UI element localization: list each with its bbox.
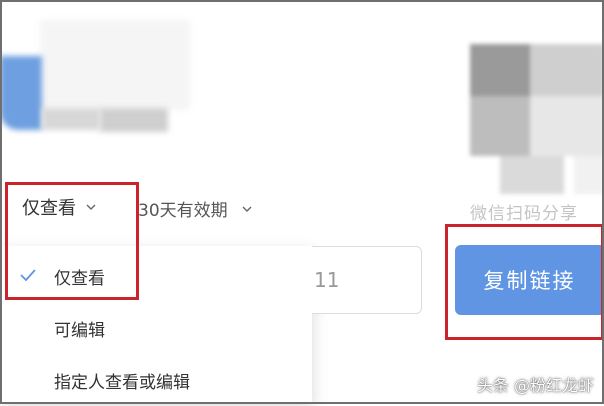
watermark: 头条 @粉红龙虾: [476, 376, 594, 395]
menu-item-specified-people[interactable]: 指定人查看或编辑: [0, 354, 312, 406]
menu-item-label: 仅查看: [54, 268, 105, 289]
expiry-select-label: 30天有效期: [138, 201, 228, 221]
chevron-down-icon: [242, 206, 252, 212]
chevron-down-icon: [86, 204, 96, 210]
blurred-avatar-part: [42, 108, 100, 130]
copy-link-button[interactable]: 复制链接: [455, 245, 604, 315]
permission-select[interactable]: 仅查看: [22, 194, 96, 220]
menu-item-label: 指定人查看或编辑: [54, 372, 190, 393]
qr-code: [470, 44, 604, 194]
share-link-field[interactable]: 11: [312, 246, 422, 314]
blurred-avatar-part: [100, 108, 168, 132]
copy-link-button-label: 复制链接: [483, 269, 576, 293]
menu-item-editable[interactable]: 可编辑: [0, 302, 312, 354]
blurred-avatar-area: [40, 20, 190, 110]
qr-caption: 微信扫码分享: [470, 204, 578, 224]
share-link-text: 11: [314, 268, 340, 292]
permission-dropdown-menu: 仅查看 可编辑 指定人查看或编辑: [0, 246, 312, 404]
menu-item-label: 可编辑: [54, 320, 105, 341]
permission-select-label: 仅查看: [22, 198, 76, 219]
menu-item-view-only[interactable]: 仅查看: [0, 250, 312, 302]
blurred-avatar-part: [0, 56, 42, 130]
expiry-select[interactable]: 30天有效期: [138, 196, 252, 221]
check-icon: [20, 269, 36, 281]
